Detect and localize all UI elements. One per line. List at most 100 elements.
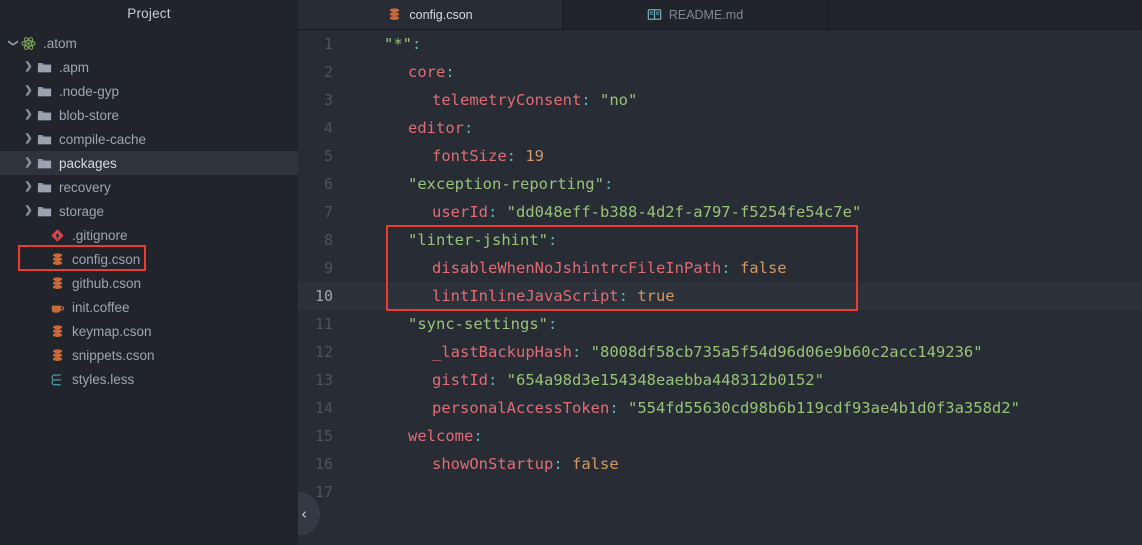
code-line-15[interactable]: 15 welcome: [298, 422, 1142, 450]
code-line-text: fontSize: 19 [336, 142, 544, 170]
folder-icon [35, 156, 54, 171]
code-token: showOnStartup [432, 455, 554, 473]
code-token: : [547, 315, 558, 333]
chevron-right-icon[interactable]: ❯ [22, 86, 35, 96]
tree-item-github-cson[interactable]: github.cson [0, 271, 298, 295]
tree-item-styles-less[interactable]: styles.less [0, 367, 298, 391]
folder-icon [35, 180, 54, 195]
line-number: 2 [323, 63, 333, 81]
tree-item-compile-cache[interactable]: ❯ compile-cache [0, 127, 298, 151]
code-line-text: userId: "dd048eff-b388-4d2f-a797-f5254fe… [336, 198, 861, 226]
line-number: 8 [323, 231, 333, 249]
code-line-8[interactable]: 8 "linter-jshint": [298, 226, 1142, 254]
code-token: lintInlineJavaScript [432, 287, 619, 305]
code-line-11[interactable]: 11 "sync-settings": [298, 310, 1142, 338]
code-line-4[interactable]: 4 editor: [298, 114, 1142, 142]
chevron-right-icon[interactable]: ❯ [22, 158, 35, 168]
code-token: "654a98d3e154348eaebba448312b0152" [506, 371, 824, 389]
line-number: 3 [323, 91, 333, 109]
database-icon [48, 276, 67, 291]
tree-item-gitignore[interactable]: .gitignore [0, 223, 298, 247]
code-line-17[interactable]: 17 [298, 478, 1142, 506]
line-number: 15 [314, 427, 333, 445]
code-line-text: personalAccessToken: "554fd55630cd98b6b1… [336, 394, 1020, 422]
tree-item-storage[interactable]: ❯ storage [0, 199, 298, 223]
tree-item-label: recovery [59, 179, 111, 195]
code-line-text: "*": [336, 30, 421, 58]
database-icon [387, 7, 402, 22]
tab-config-cson[interactable]: config.cson [298, 0, 563, 29]
code-token: : [553, 455, 572, 473]
code-token: _lastBackupHash [432, 343, 572, 361]
chevron-down-icon[interactable]: ❯ [8, 37, 19, 50]
code-token: fontSize [432, 147, 507, 165]
tree-item-label: github.cson [72, 275, 142, 291]
editor-tab-bar: config.cson README.md [298, 0, 1142, 30]
tree-item-config-cson[interactable]: config.cson [0, 247, 298, 271]
tree-item-apm[interactable]: ❯ .apm [0, 55, 298, 79]
code-line-text: gistId: "654a98d3e154348eaebba448312b015… [336, 366, 824, 394]
tree-item-blob-store[interactable]: ❯ blob-store [0, 103, 298, 127]
code-token: "dd048eff-b388-4d2f-a797-f5254fe54c7e" [506, 203, 862, 221]
code-content[interactable]: 1 "*": 2 core: 3 telemetryConsent: "no" 4 edito… [298, 30, 1142, 506]
code-line-9[interactable]: 9 disableWhenNoJshintrcFileInPath: false [298, 254, 1142, 282]
code-line-2[interactable]: 2 core: [298, 58, 1142, 86]
code-line-text: "linter-jshint": [336, 226, 557, 254]
folder-icon [35, 204, 54, 219]
line-number: 11 [314, 315, 333, 333]
code-token: : [464, 119, 474, 137]
tree-item-snippets-cson[interactable]: snippets.cson [0, 343, 298, 367]
tree-item-label: config.cson [72, 251, 141, 267]
code-line-14[interactable]: 14 personalAccessToken: "554fd55630cd98b6… [298, 394, 1142, 422]
line-number: 9 [323, 259, 333, 277]
tree-item-recovery[interactable]: ❯ recovery [0, 175, 298, 199]
less-file-icon [48, 372, 67, 387]
code-token: telemetryConsent [432, 91, 582, 109]
folder-icon [35, 132, 54, 147]
code-token: "sync-settings" [408, 315, 548, 333]
folder-icon [35, 60, 54, 75]
line-number: 14 [314, 399, 333, 417]
code-token: : [618, 287, 638, 305]
code-line-13[interactable]: 13 gistId: "654a98d3e154348eaebba448312b0… [298, 366, 1142, 394]
tree-item-label: init.coffee [72, 299, 130, 315]
tree-item-keymap-cson[interactable]: keymap.cson [0, 319, 298, 343]
chevron-right-icon[interactable]: ❯ [22, 62, 35, 72]
code-line-7[interactable]: 7 userId: "dd048eff-b388-4d2f-a797-f5254f… [298, 198, 1142, 226]
tree-item-label: .atom [43, 35, 77, 51]
tree-item-init-coffee[interactable]: init.coffee [0, 295, 298, 319]
code-token: editor [408, 119, 464, 137]
code-token: : [473, 427, 483, 445]
tree-item-label: keymap.cson [72, 323, 152, 339]
chevron-right-icon[interactable]: ❯ [22, 110, 35, 120]
code-line-text: "exception-reporting": [336, 170, 613, 198]
code-line-10[interactable]: 10 lintInlineJavaScript: true [298, 282, 1142, 310]
tree-item-atom[interactable]: ❯ .atom [0, 31, 298, 55]
database-icon [48, 348, 67, 363]
code-token: userId [432, 203, 488, 221]
tree-item-node-gyp[interactable]: ❯ .node-gyp [0, 79, 298, 103]
chevron-right-icon[interactable]: ❯ [22, 134, 35, 144]
code-line-12[interactable]: 12 _lastBackupHash: "8008df58cb735a5f54d9… [298, 338, 1142, 366]
code-line-6[interactable]: 6 "exception-reporting": [298, 170, 1142, 198]
line-number: 4 [323, 119, 333, 137]
code-line-text: telemetryConsent: "no" [336, 86, 637, 114]
tree-item-packages[interactable]: ❯ packages [0, 151, 298, 175]
code-line-16[interactable]: 16 showOnStartup: false [298, 450, 1142, 478]
code-token: : [581, 91, 600, 109]
chevron-right-icon[interactable]: ❯ [22, 206, 35, 216]
tree-item-label: styles.less [72, 371, 135, 387]
tree-item-label: packages [59, 155, 117, 171]
tab-label: config.cson [409, 7, 473, 22]
code-line-text: welcome: [336, 422, 483, 450]
code-line-3[interactable]: 3 telemetryConsent: "no" [298, 86, 1142, 114]
tab-readme-md[interactable]: README.md [563, 0, 828, 29]
code-line-1[interactable]: 1 "*": [298, 30, 1142, 58]
tree-item-label: .gitignore [72, 227, 128, 243]
code-token: personalAccessToken [432, 399, 610, 417]
code-editor[interactable]: 1 "*": 2 core: 3 telemetryConsent: "no" 4 edito… [298, 30, 1142, 545]
code-token: : [721, 259, 740, 277]
chevron-right-icon[interactable]: ❯ [22, 182, 35, 192]
code-line-5[interactable]: 5 fontSize: 19 [298, 142, 1142, 170]
line-number: 1 [323, 35, 333, 53]
